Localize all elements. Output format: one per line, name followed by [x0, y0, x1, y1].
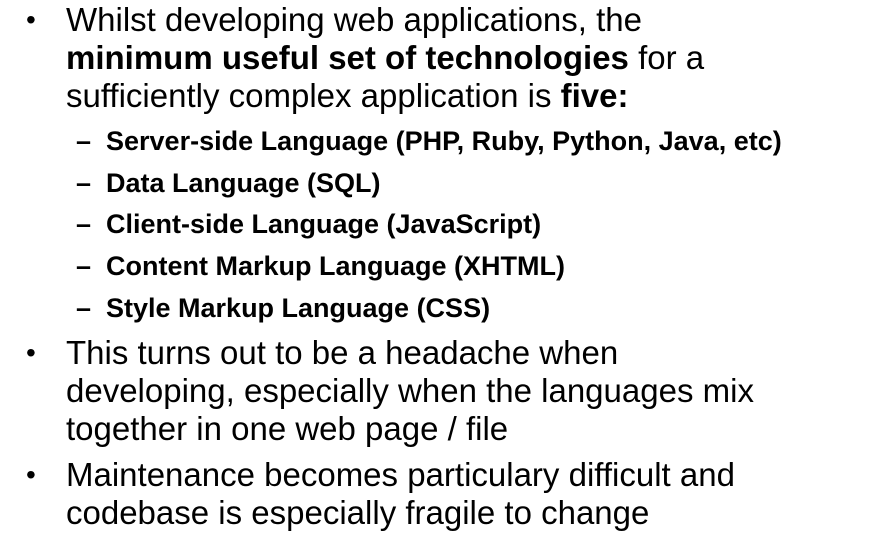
sub-item-label: Style Markup Language (CSS) [106, 293, 491, 323]
bullet-text: Whilst developing web applications, the … [66, 1, 866, 115]
bullet-text: This turns out to be a headache when dev… [66, 334, 866, 448]
sub-item-label: Client-side Language (JavaScript) [106, 209, 542, 239]
bullet-icon: • [26, 337, 36, 368]
bullet-line: Maintenance becomes particulary difficul… [66, 456, 735, 493]
bullet-line: minimum useful set of technologies for a [66, 39, 866, 77]
bullet-text: Maintenance becomes particulary difficul… [66, 456, 866, 532]
bold-phrase: five: [560, 77, 629, 114]
sub-item-label: Data Language (SQL) [106, 168, 381, 198]
bullet-line: sufficiently complex application is five… [66, 77, 866, 115]
text-run: sufficiently complex application is [66, 77, 561, 114]
dash-icon: – [76, 126, 92, 156]
sub-item-label: Content Markup Language (XHTML) [106, 251, 565, 281]
bullet-line: developing, especially when the language… [66, 372, 754, 409]
bullet-icon: • [26, 4, 36, 35]
bullet-line: This turns out to be a headache when [66, 334, 619, 371]
sub-item-label: Server-side Language (PHP, Ruby, Python,… [106, 126, 782, 156]
dash-icon: – [76, 251, 92, 281]
bullet-line: Whilst developing web applications, the [66, 1, 643, 38]
bullet-icon: • [26, 459, 36, 490]
dash-icon: – [76, 168, 92, 198]
bullet-line: together in one web page / file [66, 410, 509, 447]
slide: • Whilst developing web applications, th… [0, 0, 876, 550]
text-run: for a [628, 39, 705, 76]
dash-icon: – [76, 293, 92, 323]
bullet-line: codebase is especially fragile to change [66, 494, 650, 531]
bold-phrase: minimum useful set of technologies [66, 39, 629, 76]
dash-icon: – [76, 209, 92, 239]
